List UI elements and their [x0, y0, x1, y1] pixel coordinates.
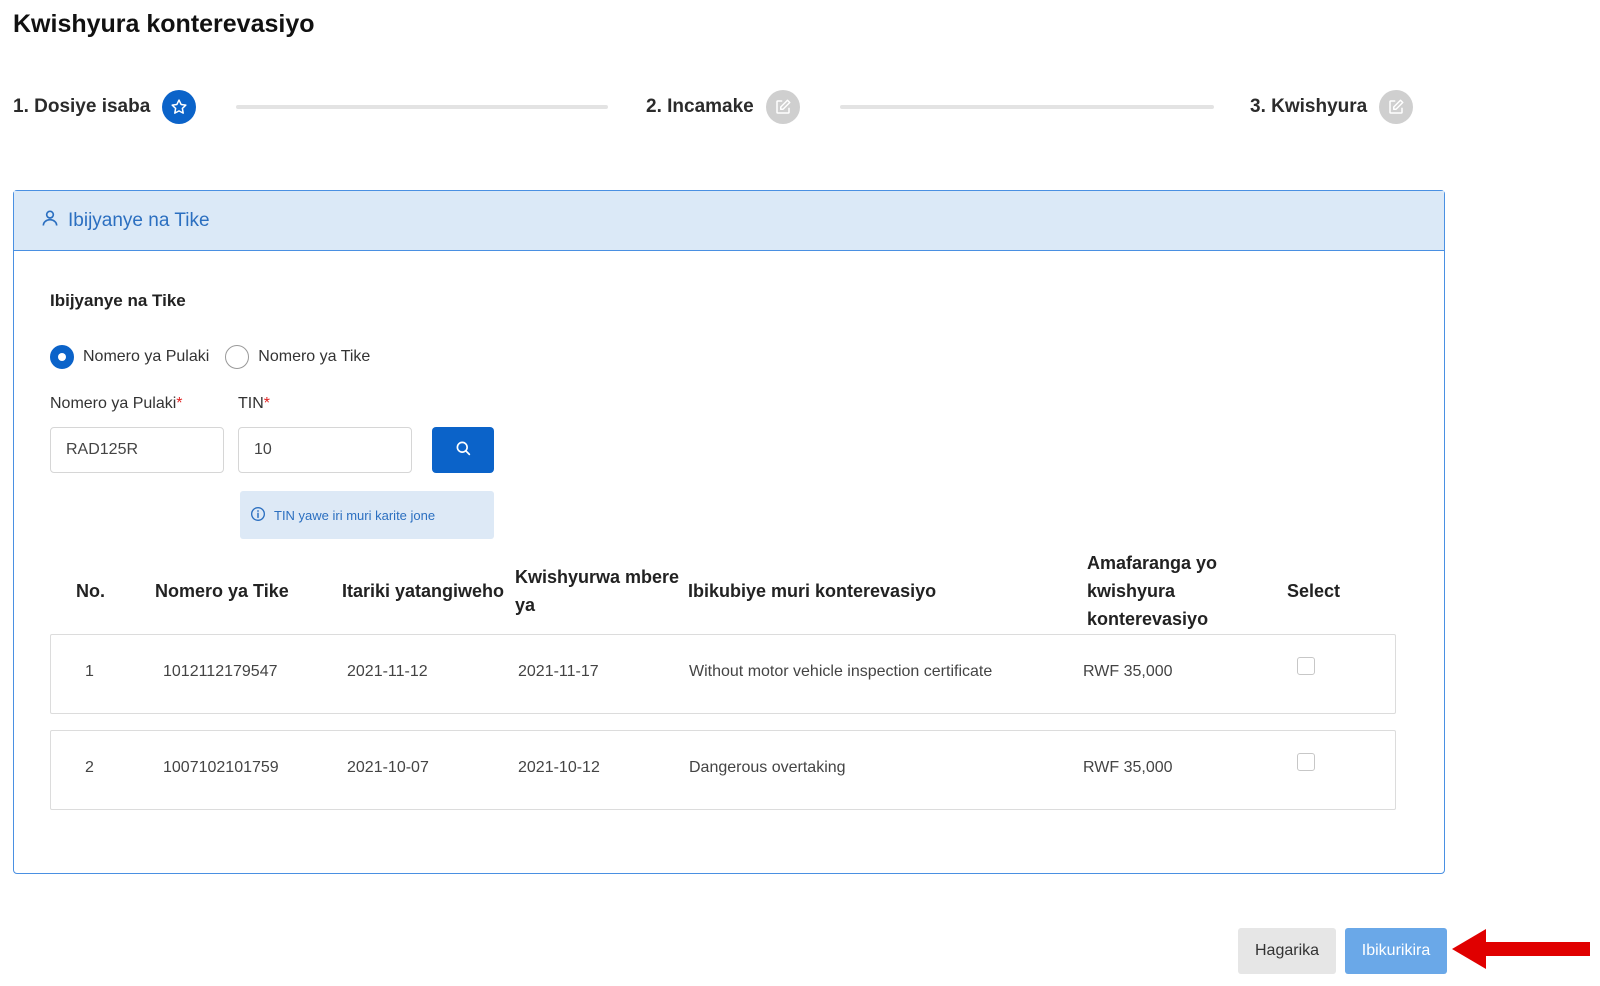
plate-number-input[interactable] [50, 427, 224, 473]
page-title: Kwishyura konterevasiyo [13, 10, 315, 38]
table-row[interactable]: 2 1007102101759 2021-10-07 2021-10-12 Da… [50, 730, 1396, 810]
step-connector [236, 105, 608, 109]
col-header-ticket: Nomero ya Tike [155, 581, 289, 601]
cell-no: 2 [85, 759, 94, 776]
step-label: 1. Dosiye isaba [13, 96, 151, 117]
cancel-button[interactable]: Hagarika [1238, 928, 1336, 974]
plate-field-label: Nomero ya Pulaki* [50, 395, 183, 412]
cell-issued: 2021-11-12 [347, 663, 428, 680]
info-icon [250, 506, 266, 525]
cell-amount: RWF 35,000 [1083, 759, 1173, 776]
tin-hint-text: TIN yawe iri muri karite jone [274, 507, 436, 523]
card-header-title: Ibijyanye na Tike [68, 209, 210, 231]
step-label: 2. Incamake [646, 96, 754, 117]
row-select-checkbox[interactable] [1297, 753, 1315, 771]
cell-offense: Without motor vehicle inspection certifi… [689, 663, 993, 680]
step-connector [840, 105, 1214, 109]
tin-field-label: TIN* [238, 395, 271, 412]
next-button[interactable]: Ibikurikira [1345, 928, 1447, 974]
card-header: Ibijyanye na Tike [14, 191, 1444, 251]
cell-ticket: 1012112179547 [163, 663, 278, 680]
annotation-arrow-icon [1452, 929, 1590, 969]
cell-no: 1 [85, 663, 94, 680]
col-header-offense: Ibikubiye muri konterevasiyo [688, 581, 937, 601]
tin-input[interactable] [238, 427, 412, 473]
search-type-radio-group: Nomero ya Pulaki Nomero ya Tike [50, 345, 370, 369]
cell-issued: 2021-10-07 [347, 759, 429, 776]
row-select-checkbox[interactable] [1297, 657, 1315, 675]
radio-ticket[interactable] [225, 345, 250, 369]
radio-plate[interactable] [50, 345, 74, 369]
radio-plate-label[interactable]: Nomero ya Pulaki [83, 348, 209, 366]
search-button[interactable] [432, 427, 494, 473]
cell-amount: RWF 35,000 [1083, 663, 1173, 680]
user-icon [40, 208, 60, 234]
col-header-no: No. [76, 581, 105, 601]
table-row[interactable]: 1 1012112179547 2021-11-12 2021-11-17 Wi… [50, 634, 1396, 714]
step-label: 3. Kwishyura [1250, 96, 1368, 117]
step-kwishyura[interactable]: 3. Kwishyura [1250, 90, 1414, 124]
cell-ticket: 1007102101759 [163, 759, 279, 776]
search-icon [454, 439, 472, 462]
section-title: Ibijyanye na Tike [50, 291, 186, 310]
star-icon [162, 90, 197, 124]
ticket-card: Ibijyanye na Tike Ibijyanye na Tike Nome… [13, 190, 1445, 874]
radio-ticket-label[interactable]: Nomero ya Tike [258, 348, 370, 366]
col-header-due: Kwishyurwa mbere ya [515, 567, 680, 615]
tin-hint: TIN yawe iri muri karite jone [240, 491, 494, 539]
edit-icon [765, 90, 800, 124]
col-header-amount: Amafaranga yo kwishyura konterevasiyo [1087, 553, 1218, 629]
step-dosiye-isaba[interactable]: 1. Dosiye isaba [13, 90, 197, 124]
step-incamake[interactable]: 2. Incamake [646, 90, 800, 124]
col-header-issued: Itariki yatangiweho [342, 581, 505, 601]
col-header-select: Select [1287, 581, 1341, 601]
cell-offense: Dangerous overtaking [689, 759, 846, 776]
cell-due: 2021-11-17 [518, 663, 599, 680]
cell-due: 2021-10-12 [518, 759, 600, 776]
edit-icon [1379, 90, 1414, 124]
